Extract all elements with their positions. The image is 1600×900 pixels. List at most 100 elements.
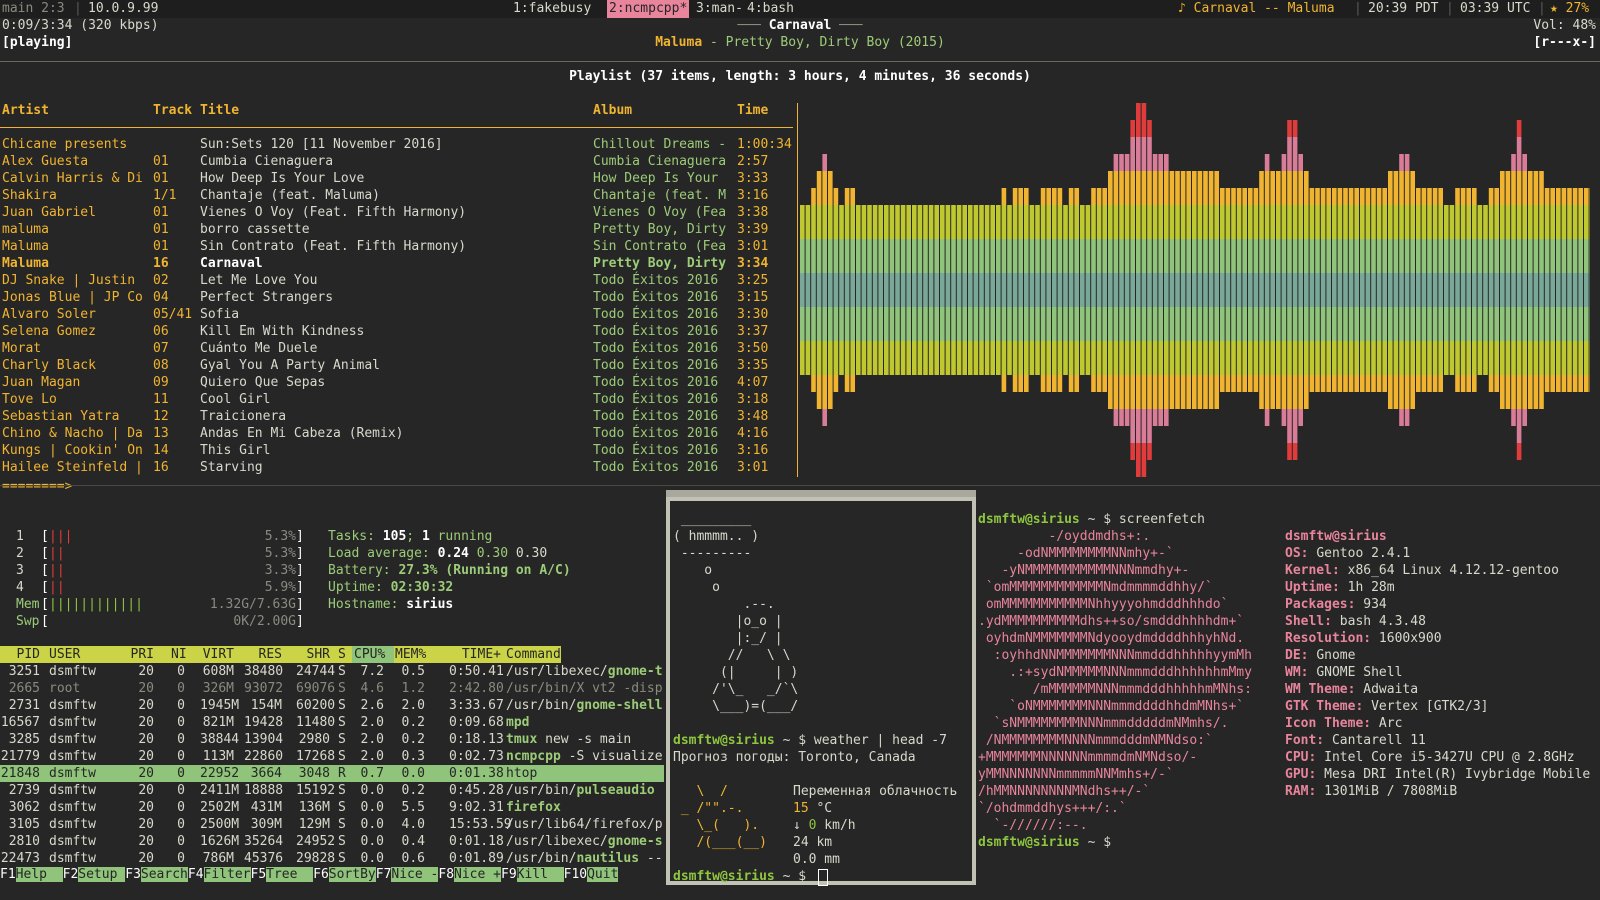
process-row[interactable]: 21848 dsmftw 20 0 22952 3664 3048 R 0.7 0.0 0:01.3… xyxy=(0,765,664,782)
tab-fakebusy[interactable]: 1:fakebusy xyxy=(513,0,591,18)
column-album[interactable]: Album xyxy=(593,102,632,119)
column-user[interactable]: USER xyxy=(49,646,119,663)
column-pri[interactable]: PRI xyxy=(128,646,154,663)
playlist-row[interactable]: Chino & Nacho | Da 13 Andas En Mi Cabeza (… xyxy=(0,425,795,442)
visualizer-bar xyxy=(816,307,822,324)
process-row[interactable]: 3062 dsmftw 20 0 2502M 431M 136M S 0.0 5.5 9:02.31… xyxy=(0,799,664,816)
fkey-nice-button[interactable]: F7Nice - xyxy=(376,867,439,882)
fkey-help-button[interactable]: F1Help xyxy=(0,867,63,882)
column-ni[interactable]: NI xyxy=(171,646,187,663)
fkey-quit-button[interactable]: F10Quit xyxy=(564,867,619,882)
playlist-row[interactable]: Maluma 16 Carnaval Pretty Boy, Dirty 3:34 xyxy=(0,255,795,272)
tab-ncmpcpp[interactable]: 2:ncmpcpp* xyxy=(607,0,690,18)
column-time[interactable]: Time xyxy=(737,102,768,119)
visualizer-bar xyxy=(828,290,833,307)
visualizer-bar xyxy=(1567,307,1572,324)
visualizer-bar xyxy=(1085,307,1091,324)
fkey-tree-button[interactable]: F5Tree xyxy=(251,867,314,882)
visualizer-bar xyxy=(934,290,939,307)
visualizer-bar xyxy=(928,273,934,290)
column-mem[interactable]: MEM% xyxy=(395,646,426,663)
playlist-row[interactable]: Sebastian Yatra 12 Traicionera Todo Éxitos … xyxy=(0,408,795,425)
visualizer-bar xyxy=(1533,205,1539,222)
visualizer-bar xyxy=(1158,171,1163,188)
song-progress-bar[interactable]: ========> xyxy=(2,478,72,495)
shell-prompt[interactable]: dsmftw@sirius ~ $ xyxy=(673,868,814,885)
tab-bash[interactable]: 4:bash xyxy=(747,0,794,18)
column-res[interactable]: RES xyxy=(244,646,282,663)
visualizer-bar xyxy=(1309,290,1315,307)
column-track[interactable]: Track xyxy=(153,102,192,119)
fkey-kill-button[interactable]: F9Kill xyxy=(501,867,564,882)
visualizer-bar xyxy=(889,222,895,239)
visualizer-bar xyxy=(1466,341,1471,358)
visualizer-bar xyxy=(1248,341,1253,358)
playlist-row[interactable]: Alex Guesta 01 Cumbia Cienaguera Cumbia Cie… xyxy=(0,153,795,170)
column-title[interactable]: Title xyxy=(200,102,239,119)
playlist-row[interactable]: DJ Snake | Justin 02 Let Me Love You Todo É… xyxy=(0,272,795,289)
column-command[interactable]: Command xyxy=(506,646,676,663)
column-pid[interactable]: PID xyxy=(0,646,40,663)
playlist-row[interactable]: Selena Gomez 06 Kill Em With Kindness Todo … xyxy=(0,323,795,340)
playlist-row[interactable]: Shakira 1/1 Chantaje (feat. Maluma) Chantaj… xyxy=(0,187,795,204)
process-row[interactable]: 2731 dsmftw 20 0 1945M 154M 60200 S 2.6 2.0 3:33.6… xyxy=(0,697,664,714)
column-s[interactable]: S xyxy=(338,646,350,663)
process-row[interactable]: 3285 dsmftw 20 0 38844 13904 2980 S 2.0 0.2 0:18.1… xyxy=(0,731,664,748)
visualizer-bar xyxy=(1108,290,1113,307)
playlist-row[interactable]: Chicane presents Sun:Sets 120 [11 Novembe… xyxy=(0,136,795,153)
visualizer-bar xyxy=(1035,205,1040,222)
logo-line: .:+sydNMMMMMNNNmmmdddhhhhhhmMmy xyxy=(978,665,1252,680)
process-user: dsmftw xyxy=(49,834,96,849)
visualizer-bar xyxy=(816,324,822,341)
playlist-row[interactable]: Hailee Steinfeld | 16 Starving Todo Éxitos … xyxy=(0,459,795,476)
column-virt[interactable]: VIRT xyxy=(200,646,234,663)
visualizer-bar xyxy=(805,239,811,256)
playlist-row[interactable]: maluma 01 borro cassette Pretty Boy, Dirty 3… xyxy=(0,221,795,238)
tab-man[interactable]: 3:man- xyxy=(696,0,743,18)
process-time: 0:09.68 xyxy=(449,715,504,730)
visualizer-bar xyxy=(1164,324,1169,341)
playlist-row[interactable]: Tove Lo 11 Cool Girl Todo Éxitos 2016 3:18 xyxy=(0,391,795,408)
playlist-row[interactable]: Juan Gabriel 01 Vienes O Voy (Feat. Fifth … xyxy=(0,204,795,221)
visualizer-bar xyxy=(923,358,928,375)
visualizer-bar xyxy=(1231,205,1236,222)
swp-meter-value: 0K/2.00G xyxy=(233,614,296,629)
process-row[interactable]: 2665 root 20 0 326M 93072 69076 S 4.6 1.2 2:42.80/… xyxy=(0,680,664,697)
visualizer-bar xyxy=(1348,324,1354,341)
process-row[interactable]: 16567 dsmftw 20 0 821M 19428 11480 S 2.0 0.2 0:09.… xyxy=(0,714,664,731)
visualizer-bar xyxy=(1360,358,1365,375)
playlist-row[interactable]: Alvaro Soler 05/41 Sofia Todo Éxitos 2016 3:… xyxy=(0,306,795,323)
column-time[interactable]: TIME+ xyxy=(449,646,501,663)
fkey-setup-button[interactable]: F2Setup xyxy=(63,867,126,882)
playlist-row[interactable]: Charly Black 08 Gyal You A Party Animal Tod… xyxy=(0,357,795,374)
process-row[interactable]: 3105 dsmftw 20 0 2500M 309M 129M S 0.0 4.0 15:53.5… xyxy=(0,816,664,833)
fkey-nice-button[interactable]: F8Nice + xyxy=(438,867,501,882)
column-artist[interactable]: Artist xyxy=(2,102,49,119)
visualizer-bar xyxy=(1141,256,1147,273)
screenfetch-shell-prompt[interactable]: dsmftw@sirius ~ $ xyxy=(978,834,1119,851)
process-row[interactable]: 22473 dsmftw 20 0 786M 45376 29828 S 0.0 0.6 0:01.… xyxy=(0,850,664,867)
visualizer-bar xyxy=(1102,205,1107,222)
column-shr[interactable]: SHR xyxy=(296,646,330,663)
visualizer-bar xyxy=(1242,273,1247,290)
playlist-row[interactable]: Jonas Blue | JP Co 04 Perfect Strangers Tod… xyxy=(0,289,795,306)
process-row[interactable]: 2810 dsmftw 20 0 1626M 35264 24952 S 0.0 0.4 0:01.… xyxy=(0,833,664,850)
fkey-filter-button[interactable]: F4Filter xyxy=(188,867,251,882)
screenfetch-prompt: dsmftw@sirius ~ $ screenfetch xyxy=(978,512,1205,527)
column-cpu[interactable]: CPU% xyxy=(354,646,385,663)
playlist-row[interactable]: Morat 07 Cuánto Me Duele Todo Éxitos 2016 3:… xyxy=(0,340,795,357)
process-row[interactable]: 21779 dsmftw 20 0 113M 22860 17268 S 2.0 0.3 0:02.… xyxy=(0,748,664,765)
visualizer-bar xyxy=(1057,222,1063,239)
visualizer-bar xyxy=(900,222,906,239)
playlist-row[interactable]: Kungs | Cookin' On 14 This Girl Todo Éxitos… xyxy=(0,442,795,459)
fkey-sortby-button[interactable]: F6SortBy xyxy=(313,867,376,882)
playlist-row[interactable]: Juan Magan 09 Quiero Que Sepas Todo Éxitos … xyxy=(0,374,795,391)
fkey-key: F4 xyxy=(187,867,204,882)
playlist-row[interactable]: Maluma 01 Sin Contrato (Feat. Fifth Harmon… xyxy=(0,238,795,255)
playlist-row[interactable]: Calvin Harris & Di 01 How Deep Is Your Lov… xyxy=(0,170,795,187)
process-row[interactable]: 3251 dsmftw 20 0 608M 38480 24744 S 7.2 0.5 0:50.4… xyxy=(0,663,664,680)
volume-indicator[interactable]: Vol: 48% xyxy=(1400,17,1596,34)
visualizer-bar xyxy=(1259,375,1264,392)
fkey-search-button[interactable]: F3Search xyxy=(125,867,188,882)
process-row[interactable]: 2739 dsmftw 20 0 2411M 18888 15192 S 0.0 0.2 0:45.… xyxy=(0,782,664,799)
